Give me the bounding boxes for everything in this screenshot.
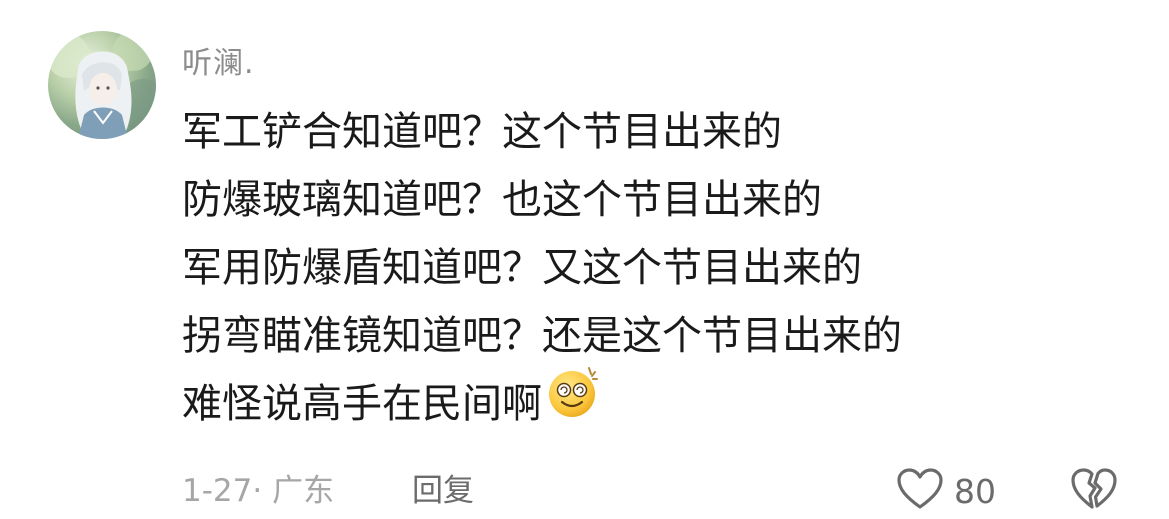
comment-line: 军工铲合知道吧？这个节目出来的 xyxy=(182,109,782,155)
like-button[interactable]: 80 xyxy=(896,466,996,516)
like-count: 80 xyxy=(954,471,996,511)
dislike-button[interactable] xyxy=(1070,466,1118,516)
username[interactable]: 听澜. xyxy=(182,38,255,82)
comment-line: 防爆玻璃知道吧？也这个节目出来的 xyxy=(182,177,822,223)
comment-date-location: 1-27· 广东 xyxy=(182,473,335,509)
avatar[interactable] xyxy=(48,31,156,139)
comment-line: 拐弯瞄准镜知道吧？还是这个节目出来的 xyxy=(182,313,902,359)
dizzy-smile-emoji-icon xyxy=(544,362,602,441)
avatar-image xyxy=(48,31,156,139)
comment-line-last: 难怪说高手在民间啊 xyxy=(182,366,1082,438)
comment-line: 难怪说高手在民间啊 xyxy=(182,381,542,427)
comment-line: 军用防爆盾知道吧？又这个节目出来的 xyxy=(182,245,862,291)
comment-item: 听澜. 军工铲合知道吧？这个节目出来的 防爆玻璃知道吧？也这个节目出来的 军用防… xyxy=(0,0,1169,519)
heart-outline-icon xyxy=(896,467,944,515)
reply-button[interactable]: 回复 xyxy=(412,466,474,516)
comment-text: 军工铲合知道吧？这个节目出来的 防爆玻璃知道吧？也这个节目出来的 军用防爆盾知道… xyxy=(182,98,1082,438)
broken-heart-icon xyxy=(1070,467,1118,515)
